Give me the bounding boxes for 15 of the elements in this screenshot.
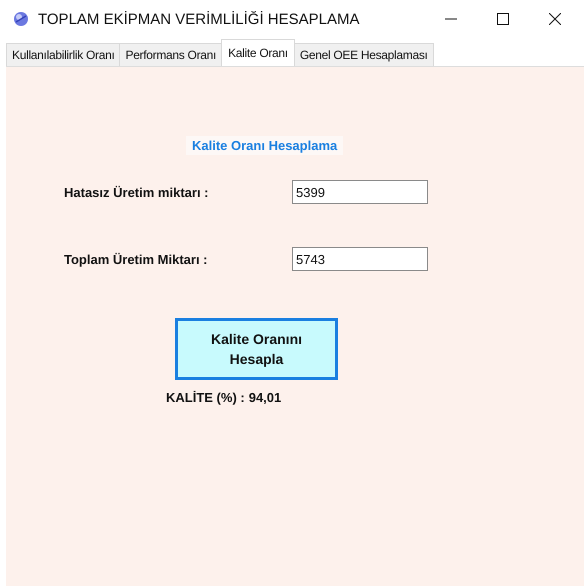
close-icon <box>549 13 561 25</box>
section-heading: Kalite Oranı Hesaplama <box>186 136 344 155</box>
result-label: KALİTE (%) : <box>166 390 245 405</box>
tab[interactable]: Kullanılabilirlik Oranı <box>6 43 120 66</box>
input-field[interactable]: 5399 <box>292 180 428 204</box>
result-value: 94,01 <box>248 390 282 405</box>
tab[interactable]: Performans Oranı <box>119 43 222 66</box>
calculate-button[interactable]: Kalite Oranını Hesapla <box>175 318 338 380</box>
app-icon <box>12 10 30 28</box>
tab[interactable]: Genel OEE Hesaplaması <box>294 43 434 66</box>
field-label: Toplam Üretim Miktarı : <box>64 252 209 266</box>
field-label: Hatasız Üretim miktarı : <box>64 184 210 200</box>
input-field[interactable]: 5743 <box>292 247 428 271</box>
maximize-icon <box>497 13 509 25</box>
window-title: TOPLAM EKİPMAN VERİMLİLİĞİ HESAPLAMA <box>38 10 360 28</box>
